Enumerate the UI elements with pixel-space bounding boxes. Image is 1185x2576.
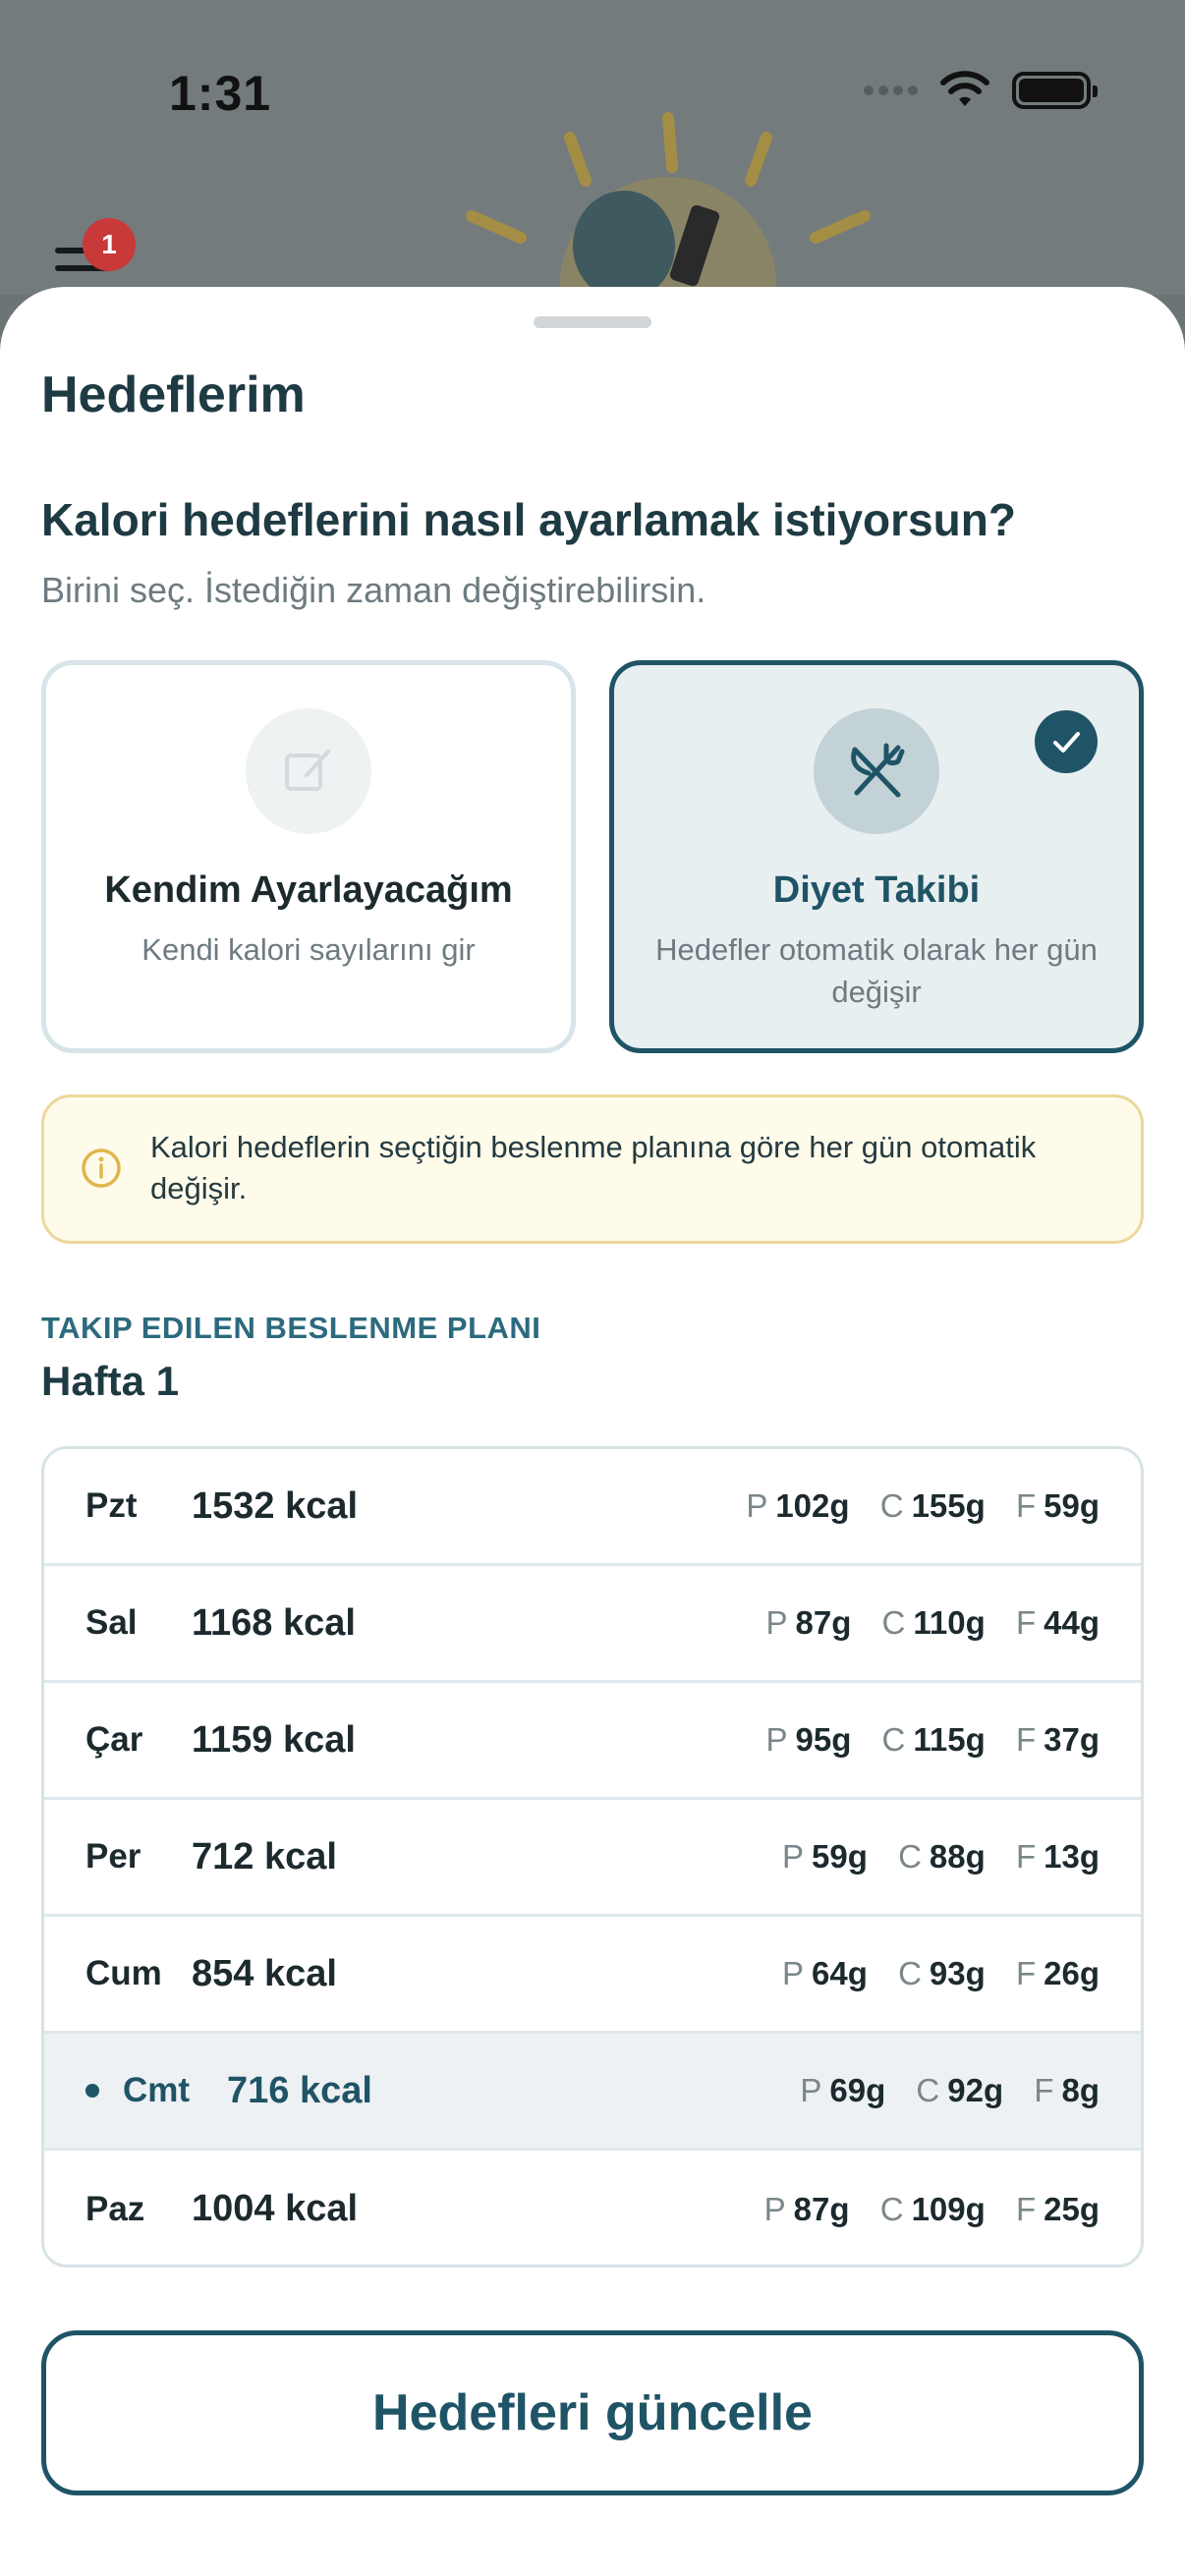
fat-label: F [1015,1604,1037,1641]
fat-label: F [1015,1838,1037,1875]
day-row: Per 712 kcal P 59g C 88g F 13g [44,1800,1141,1917]
day-macros: P 95g C 115g F 37g [744,1721,1100,1759]
day-row: Çar 1159 kcal P 95g C 115g F 37g [44,1683,1141,1800]
carb-value: 115g [913,1721,986,1758]
battery-icon [1012,72,1098,109]
day-macros: P 87g C 110g F 44g [744,1604,1100,1642]
notification-badge: 1 [83,218,136,271]
edit-icon [246,708,371,834]
day-kcal: 716 kcal [227,2069,372,2111]
day-label: Per [85,1837,141,1876]
today-indicator [85,2084,99,2098]
info-banner: Kalori hedeflerin seçtiğin beslenme plan… [41,1094,1144,1244]
status-time: 1:31 [169,66,272,121]
day-macros: P 102g C 155g F 59g [724,1487,1100,1525]
protein-label: P [746,1487,768,1524]
carb-value: 92g [947,2072,1004,2108]
protein-label: P [800,2072,822,2108]
option-manual[interactable]: Kendim Ayarlayacağım Kendi kalori sayıla… [41,660,576,1053]
wifi-icon [940,71,989,106]
day-label: Cum [85,1954,162,1992]
protein-value: 87g [793,2190,850,2227]
protein-label: P [782,1838,805,1875]
option-diet-tracking[interactable]: Diyet Takibi Hedefler otomatik olarak he… [609,660,1144,1053]
protein-label: P [763,2190,786,2227]
carb-label: C [898,1838,922,1875]
fat-value: 44g [1044,1604,1100,1641]
day-label: Cmt [123,2071,191,2109]
day-macros: P 59g C 88g F 13g [761,1838,1100,1876]
fat-value: 26g [1044,1955,1100,1991]
fat-label: F [1034,2072,1054,2108]
day-kcal: 1168 kcal [192,1601,356,1644]
day-label: Pzt [85,1486,138,1525]
day-kcal: 1532 kcal [192,1484,359,1527]
fat-label: F [1015,1955,1037,1991]
carb-label: C [879,1487,904,1524]
protein-value: 59g [812,1838,868,1875]
fat-value: 59g [1044,1487,1100,1524]
option-diet-description: Hedefler otomatik olarak her gün değişir [655,932,1098,1009]
carb-value: 88g [929,1838,986,1875]
status-icons [864,71,1098,110]
protein-value: 69g [829,2072,886,2108]
sheet-title: Hedeflerim [41,366,306,423]
day-kcal: 854 kcal [192,1952,337,1994]
fat-value: 13g [1044,1838,1100,1875]
day-row: Pzt 1532 kcal P 102g C 155g F 59g [44,1449,1141,1566]
day-label: Paz [85,2189,145,2228]
carb-label: C [881,1721,906,1758]
day-macros: P 64g C 93g F 26g [761,1955,1100,1992]
fat-label: F [1015,2190,1037,2227]
option-diet-title: Diyet Takibi [772,869,981,911]
day-label: Sal [85,1603,138,1642]
fat-label: F [1015,1721,1037,1758]
day-row: Sal 1168 kcal P 87g C 110g F 44g [44,1566,1141,1683]
option-manual-title: Kendim Ayarlayacağım [104,869,513,911]
day-row: Cum 854 kcal P 64g C 93g F 26g [44,1917,1141,2034]
fat-value: 37g [1044,1721,1100,1758]
fork-knife-icon [814,708,939,834]
checkmark-icon [1035,710,1098,773]
protein-label: P [765,1721,788,1758]
day-macros: P 69g C 92g F 8g [778,2072,1100,2109]
day-row: Paz 1004 kcal P 87g C 109g F 25g [44,2151,1141,2265]
day-kcal: 1004 kcal [192,2188,359,2229]
protein-value: 64g [812,1955,868,1991]
sheet-drag-handle[interactable] [534,316,651,328]
protein-value: 87g [795,1604,852,1641]
update-goals-button[interactable]: Hedefleri güncelle [41,2330,1144,2495]
info-icon [82,1148,121,1188]
protein-value: 95g [795,1721,852,1758]
carb-label: C [879,2190,904,2227]
weekly-plan-table: Pzt 1532 kcal P 102g C 155g F 59g Sal 1168 … [41,1446,1144,2268]
carb-label: C [898,1955,922,1991]
plan-section-label: TAKIP EDILEN BESLENME PLANI [41,1311,541,1345]
carb-value: 93g [929,1955,986,1991]
signal-dots-icon [864,85,918,95]
day-kcal: 712 kcal [192,1835,337,1877]
goals-sheet: Hedeflerim Kalori hedeflerini nasıl ayar… [0,287,1185,2576]
option-manual-description: Kendi kalori sayılarını gir [141,932,476,967]
carb-value: 110g [913,1604,986,1641]
day-macros: P 87g C 109g F 25g [743,2191,1100,2228]
plan-name: Hafta 1 [41,1358,180,1404]
carb-label: C [916,2072,940,2108]
carb-value: 155g [911,1487,986,1524]
calorie-question: Kalori hedeflerini nasıl ayarlamak istiy… [41,494,1016,545]
fat-label: F [1015,1487,1037,1524]
carb-value: 109g [911,2190,986,2227]
fat-value: 25g [1044,2190,1100,2227]
info-text: Kalori hedeflerin seçtiğin beslenme plan… [150,1130,1037,1205]
fat-value: 8g [1061,2072,1100,2108]
protein-label: P [765,1604,788,1641]
protein-value: 102g [775,1487,850,1524]
day-label: Çar [85,1720,143,1759]
question-subtitle: Birini seç. İstediğin zaman değiştirebil… [41,570,706,610]
protein-label: P [782,1955,805,1991]
carb-label: C [881,1604,906,1641]
day-row-today: Cmt 716 kcal P 69g C 92g F 8g [44,2034,1141,2151]
day-kcal: 1159 kcal [192,1718,356,1761]
